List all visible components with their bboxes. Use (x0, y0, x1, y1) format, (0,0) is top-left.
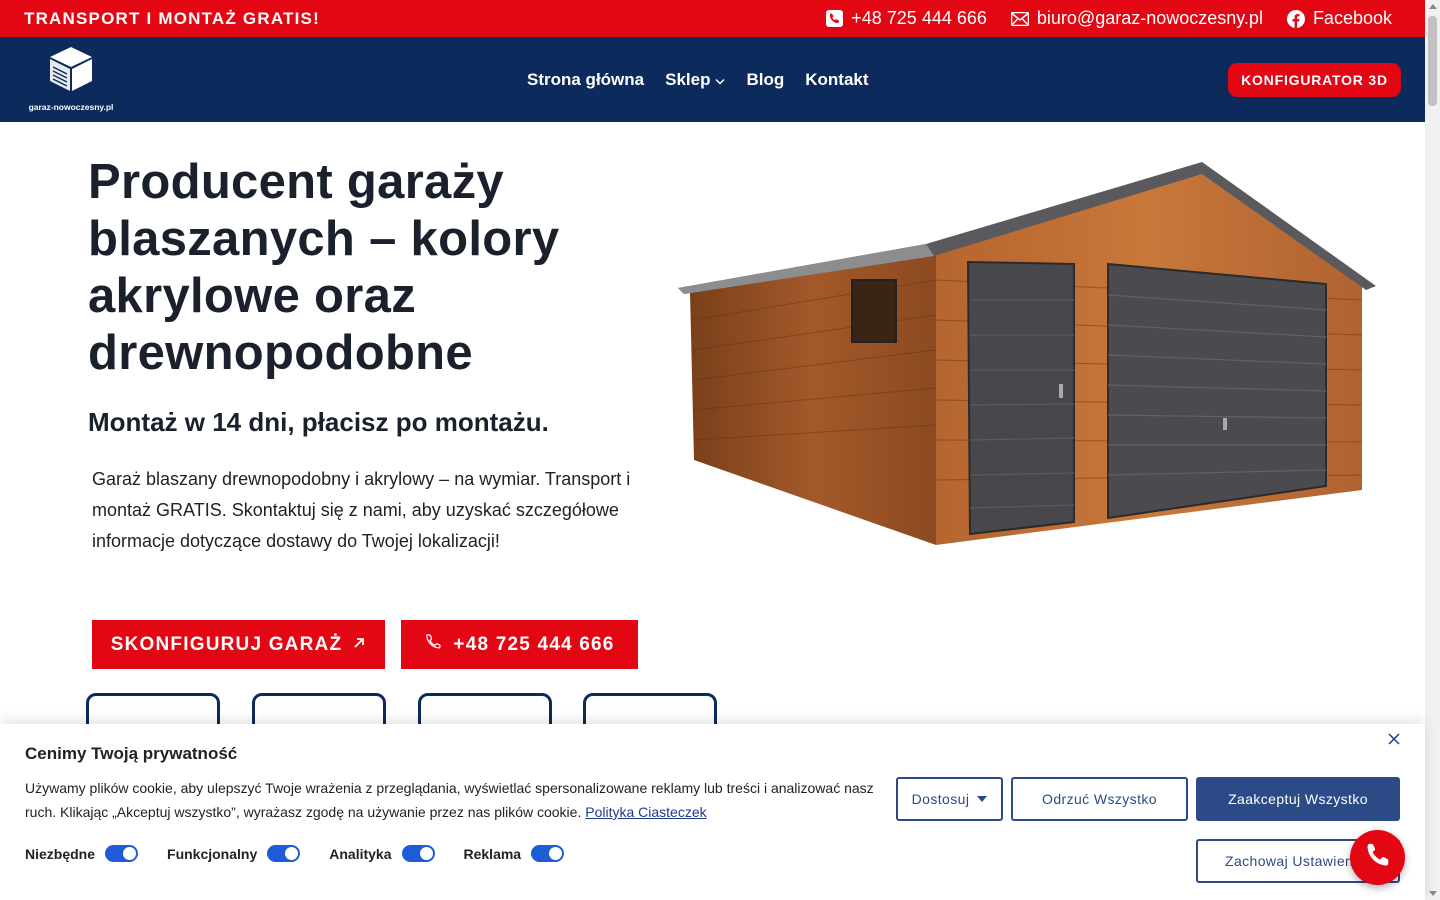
page-scrollbar[interactable] (1425, 0, 1440, 900)
reject-all-button[interactable]: Odrzuć Wszystko (1011, 777, 1188, 821)
garage-logo-icon (48, 45, 94, 98)
customize-button[interactable]: Dostosuj (896, 777, 1003, 821)
configurator-3d-button[interactable]: KONFIGURATOR 3D (1228, 63, 1401, 97)
scroll-down-arrow-icon[interactable] (1429, 891, 1437, 896)
toggle-necessary: Niezbędne (25, 845, 139, 862)
top-facebook-link[interactable]: Facebook (1286, 8, 1392, 29)
cookie-toggles: Niezbędne Funkcjonalny Analityka Reklama (25, 845, 593, 862)
cookie-policy-link[interactable]: Polityka Ciasteczek (585, 804, 706, 820)
nav-item-blog[interactable]: Blog (746, 70, 784, 90)
promo-text: TRANSPORT I MONTAŻ GRATIS! (24, 8, 320, 28)
logo-text: garaz-nowoczesny.pl (28, 102, 114, 112)
toggle-analytics: Analityka (329, 845, 435, 862)
toggle-necessary-switch[interactable] (105, 845, 139, 862)
site-logo[interactable]: garaz-nowoczesny.pl (25, 45, 117, 115)
toggle-functional-label: Funkcjonalny (167, 845, 258, 862)
main-nav: Strona główna Sklep Blog Kontakt (527, 37, 869, 122)
top-email-text: biuro@garaz-nowoczesny.pl (1036, 8, 1263, 28)
email-icon (1010, 11, 1029, 26)
call-phone-label: +48 725 444 666 (453, 633, 615, 655)
accept-all-button[interactable]: Zaakceptuj Wszystko (1196, 777, 1400, 821)
toggle-functional: Funkcjonalny (167, 845, 301, 862)
nav-item-shop[interactable]: Sklep (665, 69, 726, 90)
cookie-text: Używamy plików cookie, aby ulepszyć Twoj… (25, 776, 885, 824)
customize-label: Dostosuj (911, 791, 970, 807)
toggle-advertising: Reklama (464, 845, 565, 862)
cookie-title: Cenimy Twoją prywatność (25, 744, 238, 763)
caret-down-icon (977, 796, 988, 802)
cookie-text-body: Używamy plików cookie, aby ulepszyć Twoj… (25, 780, 874, 820)
top-email-link[interactable]: biuro@garaz-nowoczesny.pl (1010, 8, 1263, 29)
top-phone-text: +48 725 444 666 (851, 8, 987, 28)
floating-call-button[interactable] (1350, 830, 1405, 885)
toggle-necessary-label: Niezbędne (25, 845, 96, 862)
hero-subtitle: Montaż w 14 dni, płacisz po montażu. (88, 407, 549, 437)
toggle-analytics-label: Analityka (329, 845, 392, 862)
scroll-up-arrow-icon[interactable] (1429, 4, 1437, 9)
call-phone-button[interactable]: +48 725 444 666 (401, 620, 638, 669)
hero-title: Producent garaży blaszanych – kolory akr… (88, 155, 560, 380)
nav-item-home[interactable]: Strona główna (527, 70, 644, 90)
toggle-advertising-switch[interactable] (531, 845, 565, 862)
cookie-banner: Cenimy Twoją prywatność Używamy plików c… (0, 724, 1425, 900)
top-phone-link[interactable]: +48 725 444 666 (826, 8, 987, 29)
configure-garage-button[interactable]: SKONFIGURUJ GARAŻ (92, 620, 385, 669)
toggle-advertising-label: Reklama (463, 845, 522, 862)
garage-image (676, 160, 1380, 552)
site-header: garaz-nowoczesny.pl Strona główna Sklep … (0, 37, 1425, 122)
facebook-icon (1286, 9, 1305, 28)
scrollbar-thumb[interactable] (1428, 16, 1437, 106)
phone-icon (1364, 841, 1392, 874)
chevron-down-icon (715, 70, 726, 90)
phone-icon (826, 10, 844, 27)
toggle-functional-switch[interactable] (267, 845, 301, 862)
top-bar: TRANSPORT I MONTAŻ GRATIS! +48 725 444 6… (0, 0, 1425, 37)
arrow-up-right-icon (352, 634, 366, 656)
top-facebook-text: Facebook (1312, 8, 1392, 28)
toggle-analytics-switch[interactable] (401, 845, 435, 862)
hero-description: Garaż blaszany drewnopodobny i akrylowy … (92, 469, 631, 551)
nav-item-shop-label: Sklep (665, 69, 711, 89)
phone-icon (424, 632, 443, 657)
configure-garage-label: SKONFIGURUJ GARAŻ (110, 633, 343, 655)
top-contacts: +48 725 444 666 biuro@garaz-nowoczesny.p… (826, 8, 1392, 29)
nav-item-contact[interactable]: Kontakt (805, 70, 868, 90)
close-icon[interactable] (1388, 732, 1400, 750)
